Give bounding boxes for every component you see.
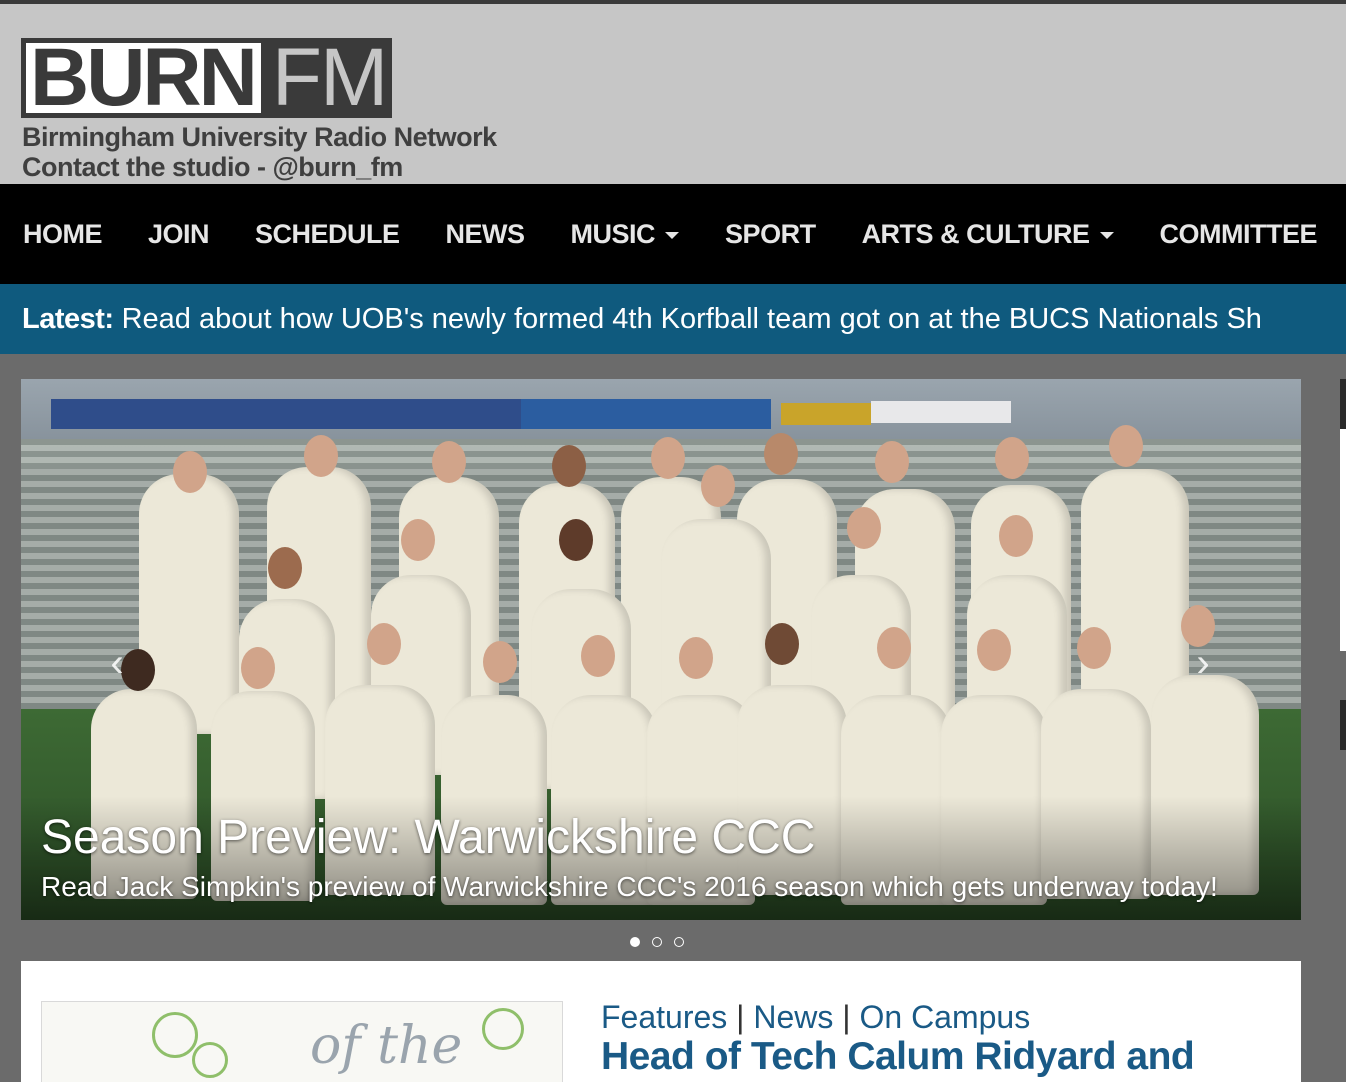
carousel-dot-1[interactable]: [630, 937, 640, 947]
nav-label: ARTS & CULTURE: [861, 218, 1090, 249]
carousel-dot-3[interactable]: [674, 937, 684, 947]
category-link-news[interactable]: News: [753, 999, 833, 1035]
nav-item-sport[interactable]: SPORT: [725, 219, 816, 250]
category-link-features[interactable]: Features: [601, 999, 727, 1035]
nav-label: COMMITTEE: [1159, 218, 1318, 249]
site-tagline: Birmingham University Radio Network Cont…: [22, 122, 497, 182]
logo-burn-text: BURN: [21, 37, 266, 119]
slide-description: Read Jack Simpkin's preview of Warwicksh…: [41, 871, 1218, 902]
nav-item-schedule[interactable]: SCHEDULE: [255, 219, 400, 250]
caret-down-icon: [1099, 232, 1114, 239]
caret-down-icon: [665, 232, 680, 239]
nav-item-arts-culture[interactable]: ARTS & CULTURE: [862, 219, 1114, 250]
sidebar-edge: [1340, 429, 1346, 651]
nav-item-home[interactable]: HOME: [23, 218, 103, 250]
nav-item-music[interactable]: MUSIC: [571, 219, 680, 250]
nav-label: MUSIC: [570, 218, 656, 249]
tagline-line-1: Birmingham University Radio Network: [22, 122, 497, 152]
category-separator: |: [842, 999, 851, 1035]
site-header: BURN FM Birmingham University Radio Netw…: [0, 4, 1346, 184]
nav-item-join[interactable]: JOIN: [148, 218, 210, 250]
slide-caption: Season Preview: Warwickshire CCC Read Ja…: [21, 796, 1301, 920]
nav-item-news[interactable]: NEWS: [445, 218, 526, 250]
slide-title[interactable]: Season Preview: Warwickshire CCC: [41, 810, 1281, 866]
article-headline[interactable]: Head of Tech Calum Ridyard and: [601, 1035, 1195, 1079]
article-categories: Features | News | On Campus: [601, 999, 1030, 1036]
nav-label: SCHEDULE: [255, 218, 400, 249]
nav-label: SPORT: [725, 218, 816, 249]
category-link-on-campus[interactable]: On Campus: [859, 999, 1030, 1035]
nav-item-committee[interactable]: COMMITTEE: [1160, 219, 1318, 250]
site-logo[interactable]: BURN FM: [21, 37, 393, 119]
ticker-link[interactable]: Read about how UOB's newly formed 4th Ko…: [122, 303, 1262, 336]
article-thumbnail[interactable]: of the: [41, 1001, 563, 1082]
nav-label: JOIN: [148, 218, 210, 249]
main-nav: HOME JOIN SCHEDULE NEWS MUSIC SPORT ARTS…: [0, 184, 1346, 284]
logo-fm-text: FM: [265, 37, 393, 119]
article-card: of the Features | News | On Campus Head …: [21, 961, 1301, 1082]
tagline-line-2: Contact the studio - @burn_fm: [22, 152, 403, 182]
category-separator: |: [736, 999, 745, 1035]
chevron-left-icon[interactable]: ‹: [97, 641, 137, 686]
sidebar-edge: [1340, 700, 1346, 750]
latest-ticker: Latest: Read about how UOB's newly forme…: [0, 284, 1346, 354]
nav-label: HOME: [23, 218, 103, 249]
carousel-dot-2[interactable]: [652, 937, 662, 947]
thumbnail-text: of the: [310, 1016, 463, 1076]
sidebar-edge: [1340, 379, 1346, 429]
carousel-indicators: [630, 937, 684, 947]
featured-carousel[interactable]: ‹ › Season Preview: Warwickshire CCC Rea…: [21, 379, 1301, 920]
chevron-right-icon[interactable]: ›: [1183, 641, 1223, 686]
ticker-label: Latest:: [22, 302, 114, 335]
nav-label: NEWS: [445, 218, 526, 249]
